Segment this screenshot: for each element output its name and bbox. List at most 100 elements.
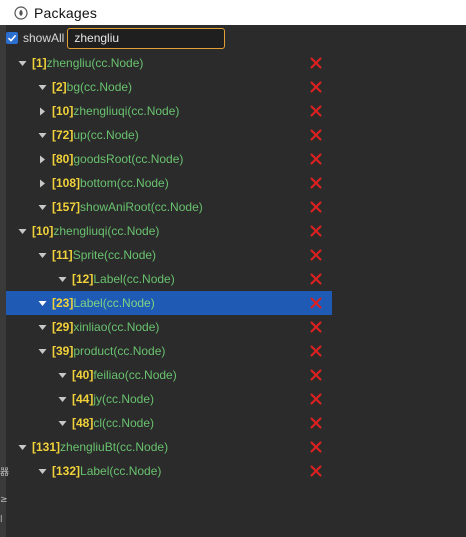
node-name: Label(cc.Node)	[73, 296, 155, 310]
node-id: [131]	[32, 440, 61, 454]
search-input[interactable]	[67, 27, 226, 49]
delete-icon[interactable]	[310, 297, 322, 309]
expand-arrow-down-icon[interactable]	[57, 274, 67, 284]
node-name: bg(cc.Node)	[66, 80, 133, 94]
expand-arrow-down-icon[interactable]	[37, 130, 47, 140]
tree-row[interactable]: [10] zhengliuqi(cc.Node)	[6, 219, 332, 243]
expand-arrow-down-icon[interactable]	[37, 250, 47, 260]
node-id: [39]	[52, 344, 74, 358]
delete-icon[interactable]	[310, 105, 322, 117]
delete-icon[interactable]	[310, 81, 322, 93]
delete-icon[interactable]	[310, 177, 322, 189]
tree-row[interactable]: [131] zhengliuBt(cc.Node)	[6, 435, 332, 459]
expand-arrow-down-icon[interactable]	[37, 202, 47, 212]
node-id: [12]	[72, 272, 94, 286]
delete-icon[interactable]	[310, 369, 322, 381]
delete-icon[interactable]	[310, 417, 322, 429]
tree-row[interactable]: [23] Label(cc.Node)	[6, 291, 332, 315]
node-name: zhengliuqi(cc.Node)	[73, 104, 180, 118]
delete-icon[interactable]	[310, 153, 322, 165]
node-name: Label(cc.Node)	[93, 272, 175, 286]
delete-icon[interactable]	[310, 465, 322, 477]
tree-row[interactable]: [40] feiliao(cc.Node)	[6, 363, 332, 387]
delete-icon[interactable]	[310, 393, 322, 405]
delete-icon[interactable]	[310, 201, 322, 213]
tree-row[interactable]: [72] up(cc.Node)	[6, 123, 332, 147]
check-icon	[7, 34, 17, 42]
expand-arrow-down-icon[interactable]	[37, 82, 47, 92]
node-name: showAniRoot(cc.Node)	[80, 200, 203, 214]
node-name: zhengliuBt(cc.Node)	[60, 440, 169, 454]
node-name: jy(cc.Node)	[93, 392, 155, 406]
node-tree: [1] zhengliu(cc.Node) [2] bg(cc.Node) [10] zh…	[6, 51, 332, 483]
node-name: zhengliuqi(cc.Node)	[53, 224, 160, 238]
node-id: [10]	[52, 104, 74, 118]
tree-row[interactable]: [157] showAniRoot(cc.Node)	[6, 195, 332, 219]
expand-arrow-down-icon[interactable]	[17, 442, 27, 452]
expand-arrow-down-icon[interactable]	[37, 298, 47, 308]
expand-arrow-right-icon[interactable]	[37, 154, 47, 164]
expand-arrow-down-icon[interactable]	[37, 346, 47, 356]
tree-row[interactable]: [80] goodsRoot(cc.Node)	[6, 147, 332, 171]
node-name: cl(cc.Node)	[93, 416, 155, 430]
edge-glyph: ≥	[0, 495, 8, 505]
node-id: [108]	[52, 176, 81, 190]
tree-row[interactable]: [39] product(cc.Node)	[6, 339, 332, 363]
delete-icon[interactable]	[310, 321, 322, 333]
delete-icon[interactable]	[310, 345, 322, 357]
window-title: Packages	[34, 4, 98, 21]
expand-arrow-right-icon[interactable]	[37, 178, 47, 188]
expand-arrow-down-icon[interactable]	[57, 418, 67, 428]
tree-row[interactable]: [132] Label(cc.Node)	[6, 459, 332, 483]
delete-icon[interactable]	[310, 441, 322, 453]
packages-window: Packages 器 ≥ l showAll [1]zhengliu(cc.No…	[0, 0, 466, 537]
show-all-label: showAll	[23, 31, 65, 45]
delete-icon[interactable]	[310, 249, 322, 261]
node-id: [80]	[52, 152, 74, 166]
tree-row[interactable]: [1] zhengliu(cc.Node)	[6, 51, 332, 75]
node-id: [157]	[52, 200, 81, 214]
expand-arrow-right-icon[interactable]	[37, 106, 47, 116]
tree-row[interactable]: [108] bottom(cc.Node)	[6, 171, 332, 195]
tree-row[interactable]: [10] zhengliuqi(cc.Node)	[6, 99, 332, 123]
toolbar: showAll	[0, 25, 466, 51]
node-id: [48]	[72, 416, 94, 430]
node-id: [29]	[52, 320, 74, 334]
expand-arrow-down-icon[interactable]	[17, 58, 27, 68]
node-id: [11]	[52, 248, 73, 262]
node-name: bottom(cc.Node)	[80, 176, 169, 190]
title-bar: Packages	[0, 0, 466, 25]
node-name: Label(cc.Node)	[80, 464, 162, 478]
tree-row[interactable]: [29] xinliao(cc.Node)	[6, 315, 332, 339]
node-id: [23]	[52, 296, 74, 310]
node-id: [44]	[72, 392, 94, 406]
tree-row[interactable]: [2] bg(cc.Node)	[6, 75, 332, 99]
expand-arrow-down-icon[interactable]	[37, 322, 47, 332]
node-id: [40]	[72, 368, 94, 382]
tree-row[interactable]: [11] Sprite(cc.Node)	[6, 243, 332, 267]
expand-arrow-down-icon[interactable]	[37, 466, 47, 476]
node-name: up(cc.Node)	[73, 128, 139, 142]
node-id: [1]	[32, 56, 47, 70]
tree-row[interactable]: [12] Label(cc.Node)	[6, 267, 332, 291]
tree-row[interactable]: [44] jy(cc.Node)	[6, 387, 332, 411]
expand-arrow-down-icon[interactable]	[57, 394, 67, 404]
node-name: feiliao(cc.Node)	[93, 368, 177, 382]
delete-icon[interactable]	[310, 273, 322, 285]
tree-row[interactable]: [48] cl(cc.Node)	[6, 411, 332, 435]
edge-glyph: l	[0, 515, 3, 525]
expand-arrow-down-icon[interactable]	[17, 226, 27, 236]
expand-arrow-down-icon[interactable]	[57, 370, 67, 380]
node-name: zhengliu(cc.Node)	[46, 56, 144, 70]
delete-icon[interactable]	[310, 57, 322, 69]
node-id: [10]	[32, 224, 54, 238]
node-name: Sprite(cc.Node)	[72, 248, 157, 262]
node-name: goodsRoot(cc.Node)	[73, 152, 184, 166]
show-all-checkbox[interactable]	[6, 32, 18, 44]
node-name: product(cc.Node)	[73, 344, 166, 358]
package-icon	[14, 5, 28, 20]
node-id: [132]	[52, 464, 81, 478]
delete-icon[interactable]	[310, 225, 322, 237]
node-id: [72]	[52, 128, 74, 142]
delete-icon[interactable]	[310, 129, 322, 141]
